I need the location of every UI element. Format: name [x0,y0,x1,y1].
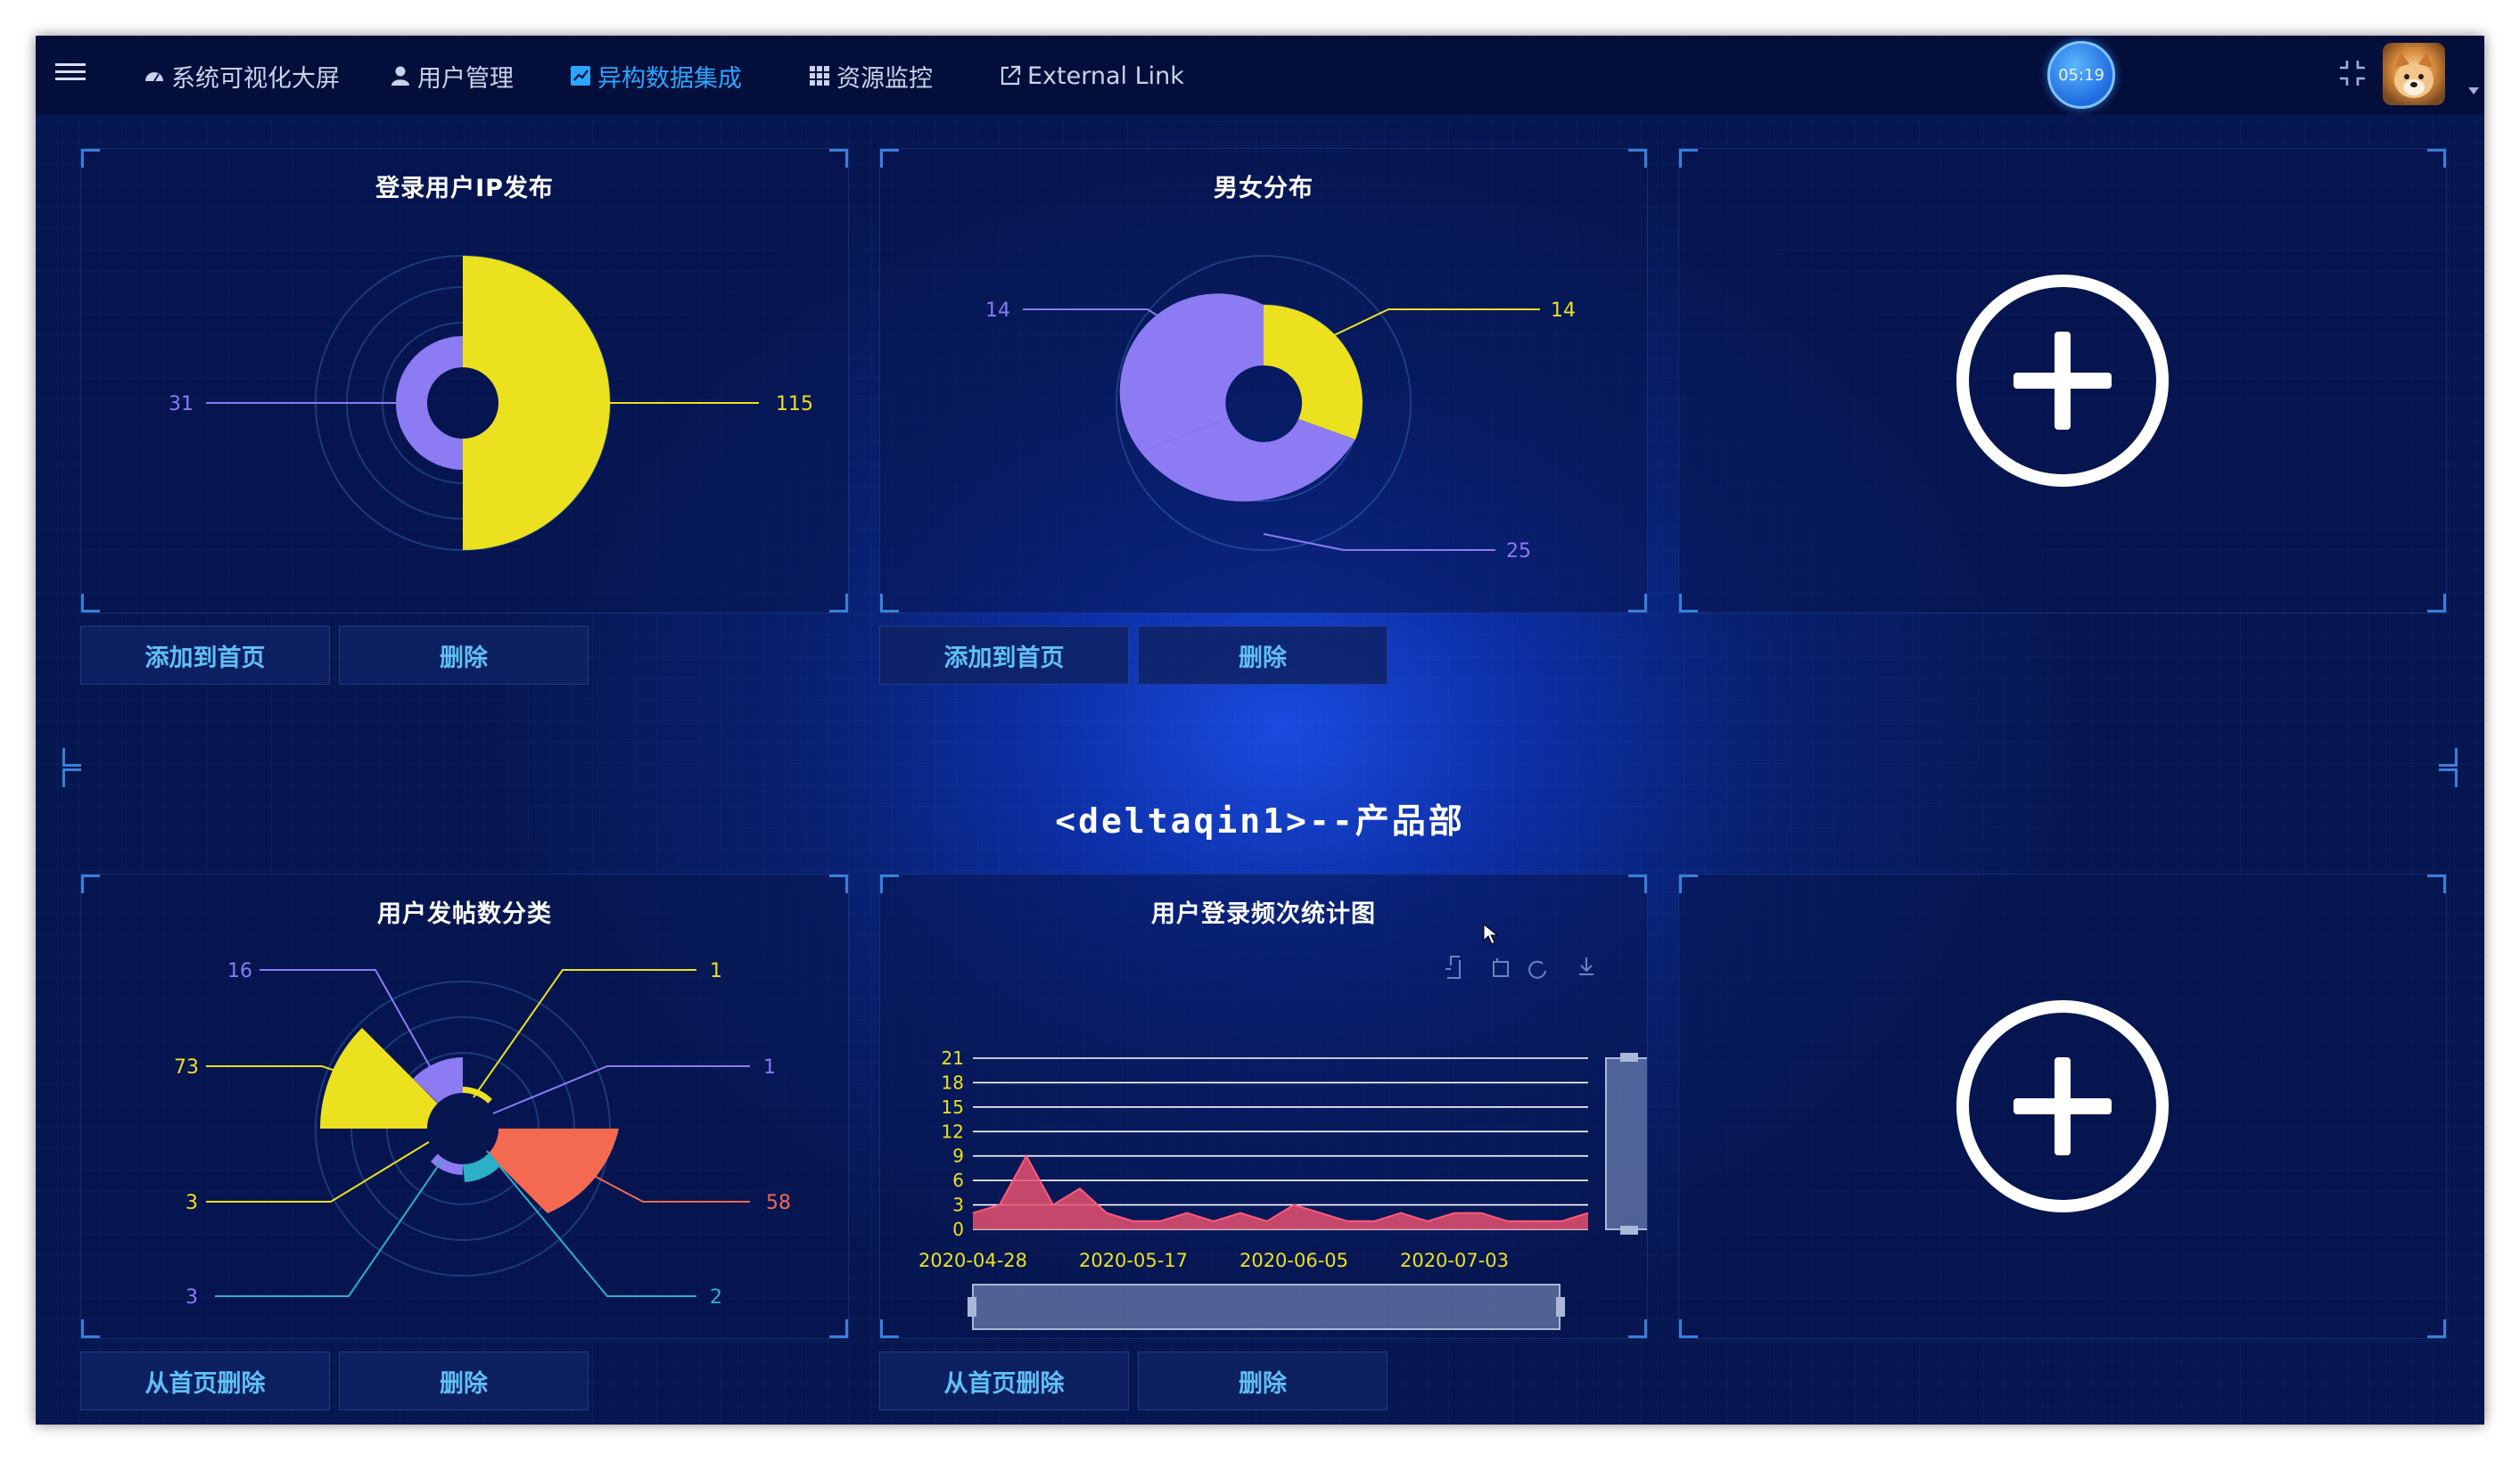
nav-item-external-link[interactable]: External Link [999,61,1184,91]
y-tick-label: 12 [942,1121,964,1142]
data-label: 73 [174,1056,199,1079]
zoom-select-icon [1445,956,1461,979]
y-tick-label: 21 [942,1047,964,1069]
y-tick-label: 15 [942,1096,964,1118]
delete-button[interactable]: 删除 [339,626,589,685]
nav-item-dashboard[interactable]: 系统可视化大屏 [143,61,340,93]
menu-toggle-icon[interactable] [55,59,86,86]
exit-fullscreen-icon[interactable] [2336,57,2368,89]
app-window: 系统可视化大屏 用户管理 异构数据集成 资源监控 External Link 0… [36,36,2484,1425]
login-area-chart: 21 18 15 12 9 6 3 0 2020-04-28 2020-05-17 2020-06-… [918,956,1647,1330]
pie-slice [488,1129,619,1213]
nav-item-label: 用户管理 [417,64,514,93]
gender-distribution-panel: 男女分布 14 14 25 [879,148,1648,613]
data-label: 2 [710,1286,722,1309]
user-icon [391,66,409,86]
top-navigation-bar: 系统可视化大屏 用户管理 异构数据集成 资源监控 External Link 0… [36,36,2484,114]
y-tick-label: 18 [942,1072,964,1093]
nav-item-label: 资源监控 [836,64,933,93]
delete-button[interactable]: 删除 [339,1351,589,1410]
data-label: 1 [710,960,722,982]
download-icon [1579,957,1594,975]
avatar[interactable] [2383,43,2445,105]
x-tick-label: 2020-07-03 [1400,1250,1509,1271]
dashboard-icon [145,72,163,82]
remove-from-home-button[interactable]: 从首页删除 [879,1351,1129,1410]
x-tick-label: 2020-05-17 [1079,1250,1188,1271]
add-circle-icon[interactable] [1951,995,2174,1218]
nav-item-label: 异构数据集成 [597,64,742,93]
data-label: 58 [766,1192,791,1214]
restore-icon [1528,960,1546,979]
add-circle-icon[interactable] [1951,269,2174,492]
data-label: 1 [763,1056,776,1079]
label-line [1263,533,1495,551]
x-tick-label: 2020-04-28 [918,1250,1027,1271]
data-label: 3 [185,1286,198,1309]
pie-slice [396,336,463,470]
login-frequency-panel: 用户登录频次统计图 21 18 15 12 9 6 3 0 2020-04-28 2020-05-… [879,874,1648,1339]
nav-item-data-integration[interactable]: 异构数据集成 [569,61,742,93]
data-label: 16 [227,960,252,982]
post-rose-chart: 1 1 58 2 3 3 73 16 [174,960,791,1309]
nav-item-label: External Link [1027,62,1184,90]
pie-slice [1264,304,1363,439]
external-link-icon [1001,65,1021,86]
department-title: <deltaqin1>--产品部 [1055,801,1465,841]
y-tick-label: 9 [952,1146,964,1167]
delete-button[interactable]: 删除 [1138,1351,1388,1410]
data-label: 14 [985,300,1010,322]
y-tick-label: 6 [952,1170,964,1191]
add-to-home-button[interactable]: 添加到首页 [879,626,1129,685]
mouse-cursor-icon [1483,923,1498,945]
nav-item-resource-monitor[interactable]: 资源监控 [808,61,933,93]
data-label: 31 [169,393,194,415]
pie-slice [463,256,610,550]
pie-slice [1119,293,1264,452]
nav-item-label: 系统可视化大屏 [171,64,340,93]
ip-rose-chart: 31 115 [169,255,813,551]
data-label: 115 [776,393,813,415]
add-chart-panel[interactable] [1678,148,2447,613]
add-chart-panel[interactable] [1678,874,2447,1339]
y-tick-label: 0 [952,1219,964,1240]
chart-toolbox [1445,956,1594,979]
data-label: 3 [185,1192,198,1214]
grid-icon [810,66,829,86]
remove-from-home-button[interactable]: 从首页删除 [80,1351,330,1410]
ip-distribution-panel: 登录用户IP发布 31 115 [80,148,849,613]
data-label: 14 [1551,300,1576,322]
x-zoom-slider [972,1284,1561,1330]
zoom-reset-icon [1493,958,1509,977]
add-to-home-button[interactable]: 添加到首页 [80,626,330,685]
clock-badge: 05:19 [2047,41,2115,109]
label-line [1309,308,1540,348]
y-tick-label: 3 [952,1195,964,1216]
nav-item-user-management[interactable]: 用户管理 [389,61,514,93]
label-line [492,1065,750,1114]
delete-button[interactable]: 删除 [1138,626,1388,685]
chart-icon [571,66,590,86]
data-label: 25 [1506,540,1531,563]
label-line [580,1168,750,1203]
dog-avatar-image [2394,52,2434,98]
post-category-panel: 用户发帖数分类 1 1 58 2 3 3 73 16 [80,874,849,1339]
y-zoom-slider [1605,1057,1647,1230]
gender-rose-chart: 14 14 25 [985,255,1576,563]
chevron-down-icon[interactable] [2468,87,2479,94]
x-tick-label: 2020-06-05 [1239,1250,1348,1271]
